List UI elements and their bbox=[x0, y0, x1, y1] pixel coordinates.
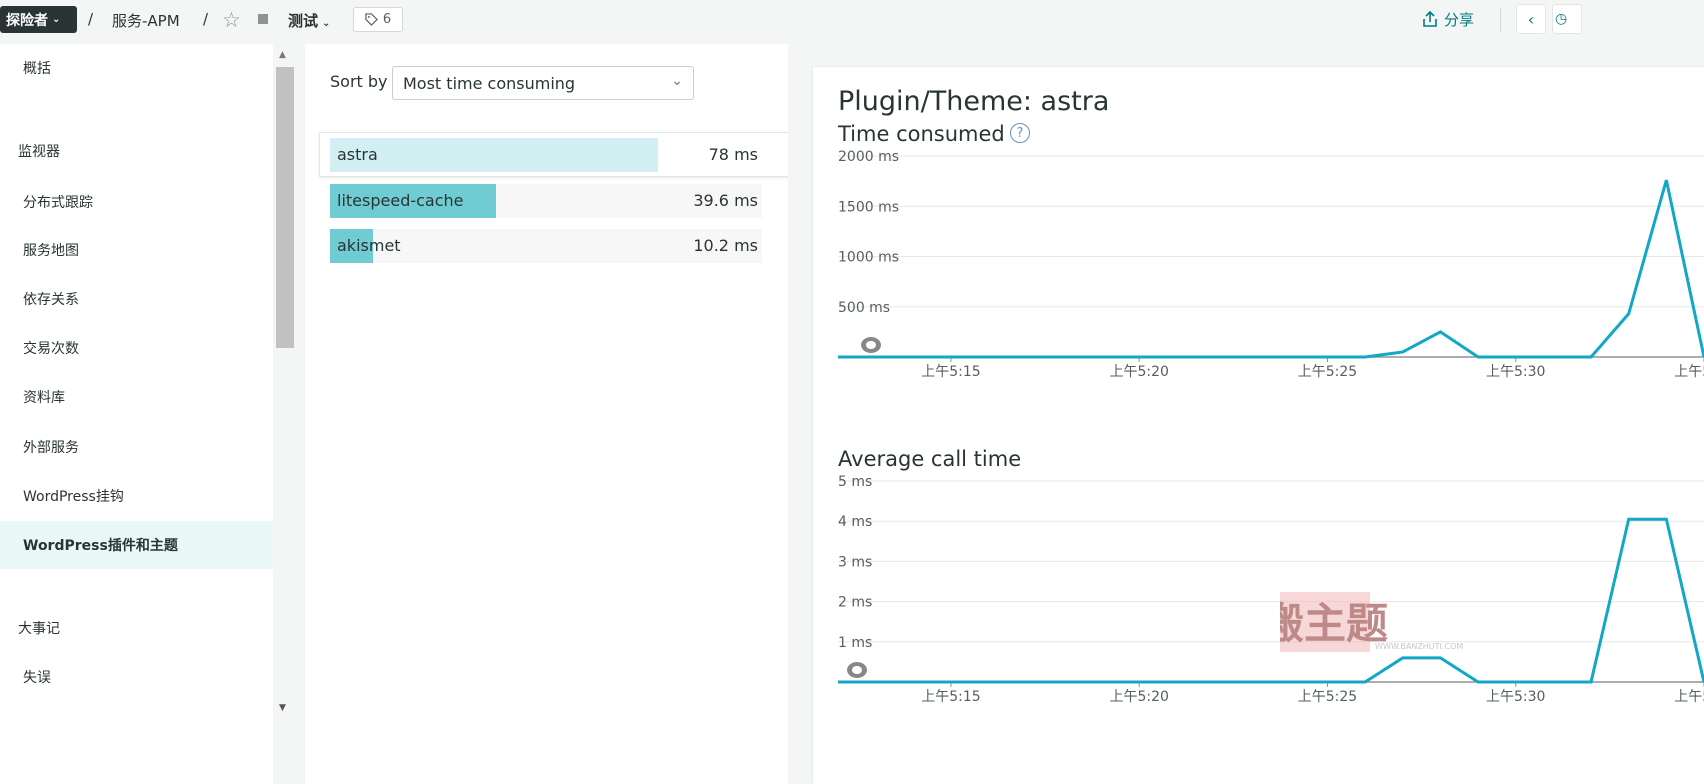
x-tick-label: 上午5:30 bbox=[1486, 364, 1545, 380]
x-tick-label: 上午5:15 bbox=[921, 364, 980, 380]
x-tick-label: 上午5:20 bbox=[1109, 364, 1168, 380]
y-tick-label: 1000 ms bbox=[838, 250, 899, 266]
series-toggle-icon-center bbox=[866, 341, 876, 349]
y-tick-label: 500 ms bbox=[838, 300, 890, 316]
watermark-char: 搬主题 bbox=[1280, 599, 1388, 648]
y-tick-label: 2000 ms bbox=[838, 149, 899, 165]
y-tick-label: 1500 ms bbox=[838, 199, 899, 215]
watermark-url: WWW.BANZHUTI.COM bbox=[1375, 642, 1463, 651]
x-tick-label: 上午5:25 bbox=[1298, 364, 1357, 380]
time-consumed-chart: 2000 ms 1500 ms 1000 ms 500 ms 上午5:15 上午5:20 上… bbox=[837, 149, 1704, 380]
watermark-logo: 搬主题 WWW.BANZHUTI.COM bbox=[1262, 592, 1490, 652]
x-tick-label: 上午5:35 bbox=[1674, 364, 1704, 380]
chart-title-average-call-time: Average call time bbox=[838, 447, 1022, 471]
